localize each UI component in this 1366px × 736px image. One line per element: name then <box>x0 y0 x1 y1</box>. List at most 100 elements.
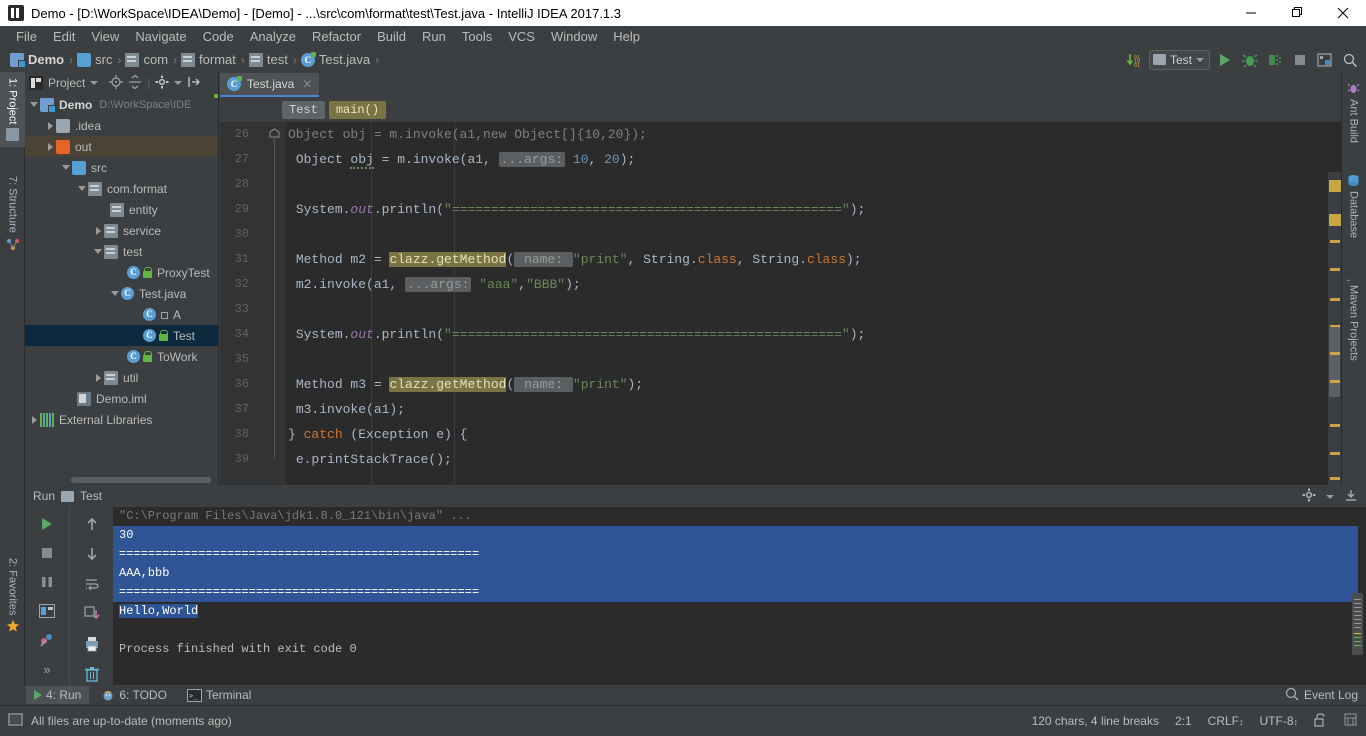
event-log-button[interactable]: Event Log <box>1285 687 1358 704</box>
code-text[interactable]: Object obj = m.invoke(a1,new Object[]{10… <box>286 122 1341 485</box>
pause-icon[interactable] <box>36 571 58 593</box>
tree-node-a[interactable]: C A <box>25 304 218 325</box>
console-output[interactable]: "C:\Program Files\Java\jdk1.8.0_121\bin\… <box>113 507 1366 685</box>
breadcrumb-demo[interactable]: Demo › <box>8 47 75 72</box>
hide-window-icon[interactable] <box>1344 488 1358 505</box>
tree-node-demo[interactable]: Demo D:\WorkSpace\IDE <box>25 94 218 115</box>
tree-node-test[interactable]: test <box>25 241 218 262</box>
menu-tools[interactable]: Tools <box>454 27 500 46</box>
clear-all-icon[interactable] <box>81 664 103 685</box>
print-icon[interactable] <box>81 634 103 655</box>
breadcrumb-src[interactable]: src › <box>75 47 123 72</box>
debug-icon[interactable] <box>1240 50 1260 70</box>
code-line-29[interactable]: System.out.println("====================… <box>288 197 1341 222</box>
status-caret-position[interactable]: 2:1 <box>1175 714 1192 728</box>
run-tab-test[interactable]: Test <box>80 489 102 503</box>
fold-column[interactable] <box>266 122 286 485</box>
menu-file[interactable]: File <box>8 27 45 46</box>
tree-node-comformat[interactable]: com.format <box>25 178 218 199</box>
code-line-38[interactable]: } catch (Exception e) { <box>288 422 1341 447</box>
tree-node-test-class[interactable]: C Test <box>25 325 218 346</box>
line-number-gutter[interactable]: 26 27 28 29 30 31 32 33 34 35 36 37 38 3… <box>220 122 286 485</box>
rerun-icon[interactable] <box>36 513 58 535</box>
tree-node-util[interactable]: util <box>25 367 218 388</box>
breadcrumb-test[interactable]: test › <box>247 47 299 72</box>
menu-analyze[interactable]: Analyze <box>242 27 304 46</box>
code-line-32[interactable]: m2.invoke(a1, ...args: "aaa","BBB"); <box>288 272 1341 297</box>
update-project-icon[interactable]: 011001 <box>1124 50 1144 70</box>
tree-node-external-libraries[interactable]: External Libraries <box>25 409 218 430</box>
chevron-right-icon[interactable] <box>45 141 56 152</box>
code-line-33[interactable] <box>288 297 1341 322</box>
bottom-tab-run[interactable]: 4: Run <box>26 686 89 704</box>
warning-marker[interactable] <box>1330 240 1340 243</box>
code-line-37[interactable]: m3.invoke(a1); <box>288 397 1341 422</box>
minimize-button[interactable] <box>1228 0 1274 26</box>
chevron-down-icon[interactable] <box>93 246 104 257</box>
editor-marker-gutter[interactable] <box>1328 172 1341 485</box>
project-structure-icon[interactable] <box>1315 50 1335 70</box>
code-line-30[interactable] <box>288 222 1341 247</box>
close-button[interactable] <box>1320 0 1366 26</box>
breadcrumb-com[interactable]: com › <box>123 47 179 72</box>
settings-gear-icon[interactable] <box>155 75 169 92</box>
stop-icon[interactable] <box>1290 50 1310 70</box>
editor-scrollbar-thumb[interactable] <box>1329 327 1340 397</box>
bottom-tab-terminal[interactable]: >_ Terminal <box>179 686 259 704</box>
warning-marker[interactable] <box>1330 380 1340 383</box>
run-icon[interactable] <box>1215 50 1235 70</box>
chevron-down-icon-settings[interactable] <box>174 81 182 85</box>
chevron-right-icon[interactable] <box>93 225 104 236</box>
code-editor[interactable]: 26 27 28 29 30 31 32 33 34 35 36 37 38 3… <box>220 122 1341 485</box>
menu-vcs[interactable]: VCS <box>500 27 543 46</box>
menu-view[interactable]: View <box>83 27 127 46</box>
chevron-down-icon[interactable] <box>1326 495 1334 499</box>
warning-marker[interactable] <box>1330 268 1340 271</box>
tree-node-entity[interactable]: entity <box>25 199 218 220</box>
sidebar-item-favorites[interactable]: 2: Favorites <box>0 552 25 639</box>
code-line-27[interactable]: Object obj = m.invoke(a1, ...args: 10, 2… <box>288 147 1341 172</box>
warning-marker[interactable] <box>1330 452 1340 455</box>
sidebar-item-ant-build[interactable]: Ant Build <box>1341 76 1366 149</box>
warning-marker[interactable] <box>1330 298 1340 301</box>
breadcrumb-testjava[interactable]: C Test.java › <box>299 47 381 72</box>
scroll-down-icon[interactable] <box>81 543 103 564</box>
tree-node-testjava[interactable]: C Test.java <box>25 283 218 304</box>
code-fold-icon[interactable] <box>269 128 279 138</box>
status-encoding[interactable]: UTF-8↕ <box>1260 714 1299 728</box>
warning-marker[interactable] <box>1329 214 1341 226</box>
menu-navigate[interactable]: Navigate <box>127 27 194 46</box>
tree-node-towork[interactable]: C ToWork <box>25 346 218 367</box>
warning-marker[interactable] <box>1330 424 1340 427</box>
sidebar-item-structure[interactable]: 7: Structure <box>0 170 25 257</box>
code-line-26[interactable]: Object obj = m.invoke(a1,new Object[]{10… <box>288 122 1341 147</box>
warning-marker[interactable] <box>1330 352 1340 355</box>
search-icon[interactable] <box>1340 50 1360 70</box>
breadcrumb-class-test[interactable]: Test <box>282 101 325 119</box>
sidebar-item-project[interactable]: 1: Project <box>0 72 25 147</box>
menu-help[interactable]: Help <box>605 27 648 46</box>
scroll-up-icon[interactable] <box>81 513 103 534</box>
pin-icon[interactable] <box>36 629 58 651</box>
warning-marker[interactable] <box>1329 180 1341 192</box>
tree-node-src[interactable]: src <box>25 157 218 178</box>
project-horizontal-scrollbar[interactable] <box>25 475 218 485</box>
unlocked-icon[interactable] <box>1314 713 1327 730</box>
scrollbar-thumb[interactable] <box>71 477 211 483</box>
maximize-button[interactable] <box>1274 0 1320 26</box>
chevron-right-icon[interactable] <box>45 120 56 131</box>
code-line-35[interactable] <box>288 347 1341 372</box>
breadcrumb-method-main[interactable]: main() <box>329 101 386 119</box>
chevron-down-icon[interactable] <box>61 162 72 173</box>
chevron-down-icon[interactable] <box>110 288 121 299</box>
menu-refactor[interactable]: Refactor <box>304 27 369 46</box>
sidebar-item-database[interactable]: Database <box>1341 168 1366 244</box>
tree-node-proxytest[interactable]: C ProxyTest <box>25 262 218 283</box>
tab-test-java[interactable]: C Test.java ✕ <box>220 73 319 97</box>
locate-icon[interactable] <box>109 75 123 92</box>
code-line-36[interactable]: Method m3 = clazz.getMethod( name: "prin… <box>288 372 1341 397</box>
tree-node-idea[interactable]: .idea <box>25 115 218 136</box>
warning-marker[interactable] <box>1330 477 1340 480</box>
code-line-31[interactable]: Method m2 = clazz.getMethod( name: "prin… <box>288 247 1341 272</box>
tree-node-out[interactable]: out <box>25 136 218 157</box>
